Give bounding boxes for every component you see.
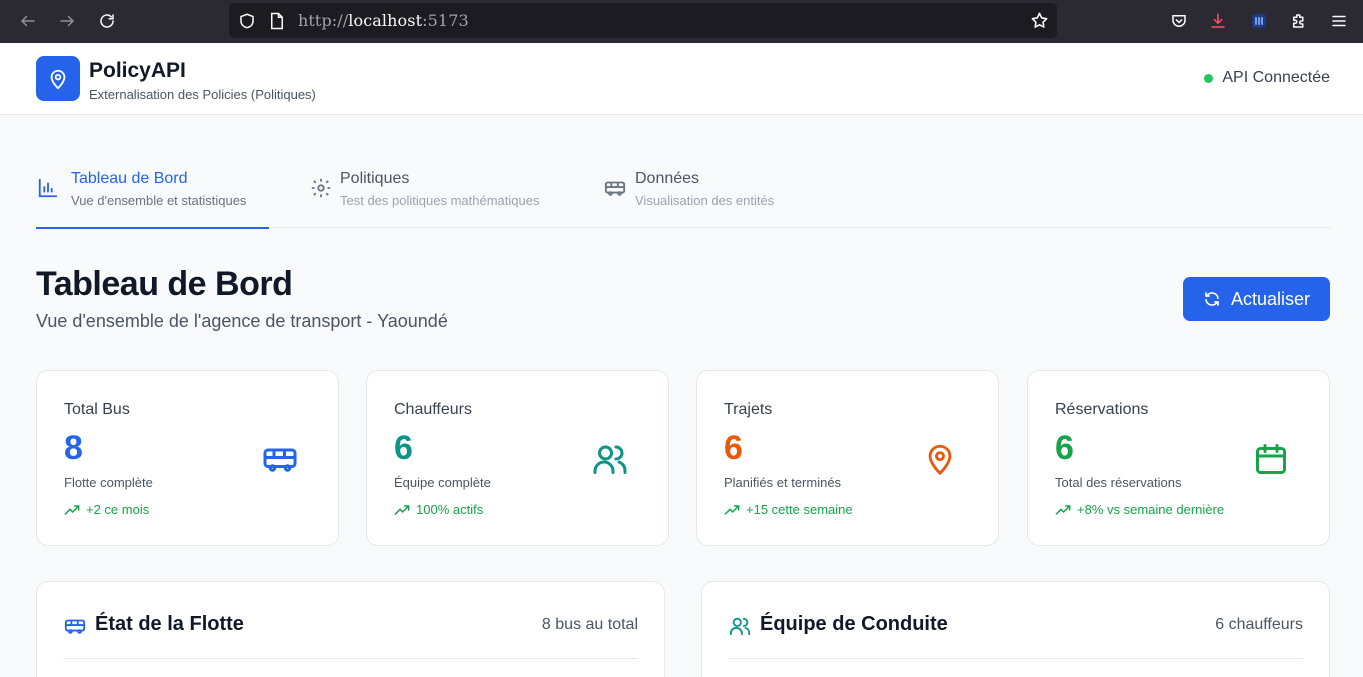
arrow-left-icon [20, 15, 35, 27]
panel-meta: 8 bus au total [541, 616, 638, 633]
tab-label: Données [635, 170, 700, 187]
bus-icon [603, 176, 627, 200]
divider [728, 658, 1303, 659]
stat-description: Total des réservations [1055, 475, 1182, 490]
url-bar[interactable]: http://localhost:5173 [229, 3, 1057, 38]
pocket-icon[interactable] [1167, 9, 1191, 33]
app-header: PolicyAPI Externalisation des Policies (… [0, 43, 1363, 115]
stat-card-reservations: Réservations 6 Total des réservations +8… [1027, 370, 1330, 546]
tab-subtitle: Vue d'ensemble et statistiques [71, 193, 247, 208]
stat-card-bus: Total Bus 8 Flotte complète +2 ce mois [36, 370, 339, 546]
refresh-button[interactable]: Actualiser [1183, 277, 1330, 321]
trending-up-icon [394, 504, 410, 515]
back-button[interactable] [15, 9, 41, 33]
tab-dashboard[interactable]: Tableau de Bord Vue d'ensemble et statis… [36, 160, 269, 229]
stat-value: 6 [724, 429, 743, 467]
refresh-label: Actualiser [1230, 288, 1311, 309]
stat-label: Trajets [724, 401, 773, 418]
bus-icon [63, 614, 87, 638]
tab-label: Politiques [340, 170, 410, 187]
stat-label: Chauffeurs [394, 401, 472, 418]
panel-title: Équipe de Conduite [760, 613, 948, 635]
map-pin-icon [50, 69, 66, 89]
stat-value: 6 [394, 429, 413, 467]
tab-policies[interactable]: Politiques Test des politiques mathémati… [309, 160, 569, 228]
stat-description: Flotte complète [64, 475, 153, 490]
stat-trend: +15 cette semaine [724, 502, 853, 517]
shield-icon [238, 12, 256, 35]
download-icon[interactable] [1206, 9, 1230, 33]
extensions-puzzle-icon[interactable] [1287, 9, 1311, 33]
stat-trend: +2 ce mois [64, 502, 149, 517]
tab-subtitle: Test des politiques mathématiques [340, 193, 540, 208]
tab-label: Tableau de Bord [71, 170, 188, 187]
stat-value: 8 [64, 429, 83, 467]
stat-trend: +8% vs semaine dernière [1055, 502, 1224, 517]
bar-chart-icon [36, 176, 60, 200]
stat-trend-label: +8% vs semaine dernière [1077, 502, 1225, 517]
app-subtitle: Externalisation des Policies (Politiques… [89, 87, 316, 102]
page-icon [269, 12, 285, 35]
app-title: PolicyAPI [89, 59, 186, 82]
panel-title: État de la Flotte [95, 613, 244, 635]
bookmark-star-icon[interactable] [1030, 11, 1049, 35]
reload-icon [100, 14, 114, 28]
stat-card-trips: Trajets 6 Planifiés et terminés +15 cett… [696, 370, 999, 546]
stat-value: 6 [1055, 429, 1074, 467]
stat-trend-label: +2 ce mois [86, 502, 150, 517]
divider [63, 658, 638, 659]
api-status: API Connectée [1204, 69, 1330, 87]
tab-data[interactable]: Données Visualisation des entités [603, 160, 793, 228]
users-icon [728, 614, 752, 638]
tab-bar: Tableau de Bord Vue d'ensemble et statis… [36, 160, 1330, 229]
stat-label: Total Bus [64, 401, 130, 418]
trending-up-icon [724, 504, 740, 515]
reload-button[interactable] [94, 9, 120, 33]
api-status-label: API Connectée [1222, 69, 1330, 86]
driving-team-panel: Équipe de Conduite 6 chauffeurs [701, 581, 1330, 677]
fleet-status-panel: État de la Flotte 8 bus au total [36, 581, 665, 677]
active-tab-indicator [36, 227, 269, 229]
panel-meta: 6 chauffeurs [1215, 616, 1303, 633]
extension-badge-icon[interactable] [1247, 9, 1271, 33]
stat-trend-label: +15 cette semaine [746, 502, 853, 517]
arrow-right-icon [60, 15, 75, 27]
gear-icon [309, 176, 333, 200]
stat-label: Réservations [1055, 401, 1149, 418]
logo [36, 56, 80, 101]
url-text: http://localhost:5173 [298, 11, 469, 30]
calendar-icon [1251, 439, 1291, 479]
stat-description: Planifiés et terminés [724, 475, 842, 490]
tab-subtitle: Visualisation des entités [635, 193, 775, 208]
users-icon [590, 439, 630, 479]
menu-icon[interactable] [1327, 9, 1351, 33]
forward-button[interactable] [54, 9, 80, 33]
stat-trend-label: 100% actifs [416, 502, 484, 517]
trending-up-icon [64, 504, 80, 515]
map-pin-icon [920, 439, 960, 479]
stat-card-drivers: Chauffeurs 6 Équipe complète 100% actifs [366, 370, 669, 546]
bus-icon [260, 439, 300, 479]
stat-trend: 100% actifs [394, 502, 483, 517]
status-dot-icon [1204, 73, 1214, 83]
refresh-icon [1205, 292, 1219, 306]
stat-description: Équipe complète [394, 475, 491, 490]
trending-up-icon [1055, 504, 1071, 515]
browser-toolbar: http://localhost:5173 [0, 0, 1363, 43]
page-subtitle: Vue d'ensemble de l'agence de transport … [36, 311, 448, 331]
page-title: Tableau de Bord [36, 265, 293, 303]
